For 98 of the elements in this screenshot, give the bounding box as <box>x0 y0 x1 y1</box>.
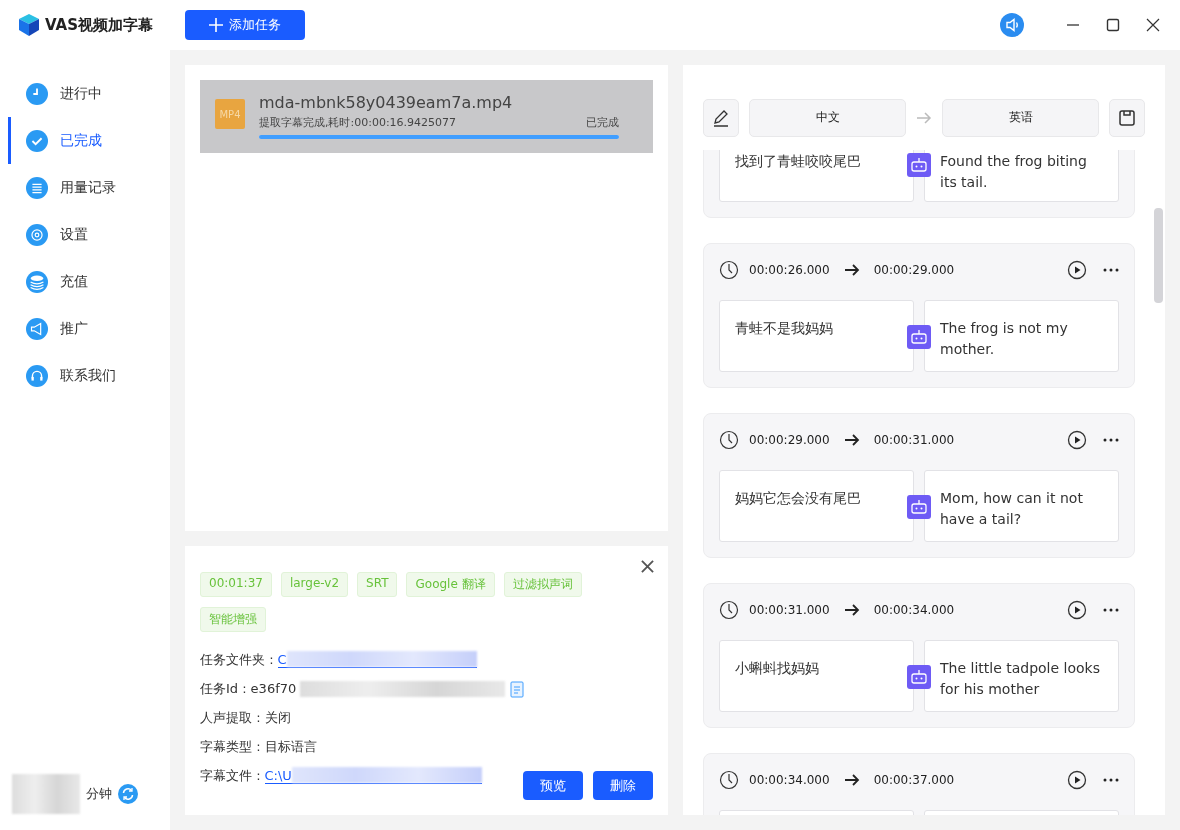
source-text-box[interactable]: 妈妈它怎会没有尾巴 <box>719 469 914 542</box>
field-value: 关闭 <box>264 708 291 727</box>
clock-icon <box>719 599 739 620</box>
file-name: mda-mbnk58y0439eam7a.mp4 <box>259 93 514 112</box>
task-id: e36f70 <box>250 681 297 696</box>
coins-icon <box>26 270 48 293</box>
field-label: 字幕类型 : <box>200 737 261 756</box>
tag: 智能增强 <box>200 607 266 632</box>
arrow-icon <box>843 773 860 786</box>
play-icon[interactable] <box>1067 429 1087 450</box>
arrow-icon <box>916 111 932 124</box>
robot-icon[interactable] <box>907 494 931 519</box>
close-icon[interactable] <box>1146 18 1160 32</box>
save-button[interactable] <box>1109 98 1145 137</box>
field-value: 目标语言 <box>264 737 317 756</box>
play-icon[interactable] <box>1067 599 1087 620</box>
tag: SRT <box>357 572 398 597</box>
field-label: 人声提取 : <box>200 708 261 727</box>
sidebar-item[interactable]: 充值 <box>8 258 170 305</box>
target-text: Mom, how can it not have a tail? <box>940 489 1083 527</box>
clock-icon <box>26 82 48 105</box>
action-button[interactable]: 删除 <box>593 771 653 800</box>
end-time: 00:00:31.000 <box>873 432 955 447</box>
logo-icon <box>18 13 40 37</box>
close-icon[interactable] <box>641 560 654 573</box>
megaphone-icon <box>26 317 48 340</box>
arrow-icon <box>843 433 860 446</box>
sidebar-item[interactable]: 进行中 <box>8 70 170 117</box>
gear-icon <box>26 223 48 246</box>
target-language-button[interactable]: 英语 <box>942 98 1099 137</box>
add-task-button[interactable]: 添加任务 <box>185 10 305 40</box>
sidebar-item[interactable]: 用量记录 <box>8 164 170 211</box>
start-time: 00:00:31.000 <box>749 602 830 617</box>
check-icon <box>26 129 48 152</box>
file-badge: MP4 <box>215 99 245 129</box>
robot-icon[interactable] <box>907 664 931 689</box>
action-button[interactable]: 预览 <box>523 771 583 800</box>
play-icon[interactable] <box>1067 769 1087 790</box>
target-text-box[interactable]: Mom, how can it not have a tail? <box>924 469 1119 542</box>
target-text-box[interactable]: Found the frog biting its tail. <box>924 150 1119 202</box>
headset-icon <box>26 364 48 387</box>
source-text: 青蛙不是我妈妈 <box>735 319 833 336</box>
target-text-box[interactable]: The frog is not my mother. <box>924 299 1119 372</box>
task-item[interactable]: MP4 mda-mbnk58y0439eam7a.mp4 提取字幕完成,耗时:00:00:16.9425077 已完成 <box>200 80 653 153</box>
clock-icon <box>719 429 739 450</box>
sidebar-item[interactable]: 设置 <box>8 211 170 258</box>
clock-icon <box>719 769 739 790</box>
edit-button[interactable] <box>703 98 739 137</box>
save-icon <box>1117 107 1137 128</box>
path-link[interactable]: C:\U <box>264 767 292 783</box>
source-text-box[interactable]: 青蛙不是我妈妈 <box>719 299 914 372</box>
start-time: 00:00:26.000 <box>749 262 830 277</box>
robot-icon[interactable] <box>907 153 931 177</box>
field-label: 任务文件夹 : <box>200 650 274 669</box>
arrow-icon <box>843 263 860 276</box>
sidebar-item[interactable]: 推广 <box>8 305 170 352</box>
balance-unit: 分钟 <box>86 785 112 803</box>
clock-icon <box>719 259 739 280</box>
plus-icon <box>209 18 223 32</box>
more-icon[interactable] <box>1103 777 1119 782</box>
target-text-box[interactable]: The little tadpole looks for his mother <box>924 639 1119 712</box>
more-icon[interactable] <box>1103 437 1119 442</box>
scrollbar-thumb[interactable] <box>1154 208 1163 303</box>
target-text: Found the frog biting its tail. <box>940 153 1087 190</box>
path-link[interactable]: C <box>277 651 287 667</box>
source-language-button[interactable]: 中文 <box>749 98 906 137</box>
field-label: 字幕文件 : <box>200 766 261 785</box>
more-icon[interactable] <box>1103 607 1119 612</box>
target-text: The frog is not my mother. <box>940 319 1068 357</box>
source-text: 找到了青蛙咬咬尾巴 <box>735 153 861 169</box>
speaker-icon[interactable] <box>1000 13 1024 37</box>
target-text: The little tadpole looks for his mother <box>940 659 1100 697</box>
start-time: 00:00:34.000 <box>749 772 830 787</box>
refresh-icon[interactable] <box>118 784 138 804</box>
end-time: 00:00:37.000 <box>873 772 955 787</box>
list-icon <box>26 176 48 199</box>
sidebar-item[interactable]: 联系我们 <box>8 352 170 399</box>
source-text: 小蝌蚪找妈妈 <box>735 659 819 676</box>
tag: Google 翻译 <box>406 572 495 597</box>
arrow-icon <box>843 603 860 616</box>
end-time: 00:00:34.000 <box>873 602 955 617</box>
app-title: VAS视频加字幕 <box>45 15 153 35</box>
tag: 00:01:37 <box>200 572 272 597</box>
task-status: 提取字幕完成,耗时:00:00:16.9425077 <box>259 115 457 130</box>
source-text: 妈妈它怎会没有尾巴 <box>735 489 861 506</box>
source-text-box[interactable]: 小蝌蚪找妈妈 <box>719 639 914 712</box>
start-time: 00:00:29.000 <box>749 432 830 447</box>
more-icon[interactable] <box>1103 267 1119 272</box>
tag: large-v2 <box>280 572 349 597</box>
redaction-blur <box>12 774 80 814</box>
play-icon[interactable] <box>1067 259 1087 280</box>
robot-icon[interactable] <box>907 324 931 349</box>
end-time: 00:00:29.000 <box>873 262 955 277</box>
task-state: 已完成 <box>586 115 619 130</box>
tag: 过滤拟声词 <box>503 572 582 597</box>
source-text-box[interactable]: 找到了青蛙咬咬尾巴 <box>719 150 914 202</box>
maximize-icon[interactable] <box>1106 18 1120 32</box>
field-label: 任务Id : <box>200 679 247 698</box>
